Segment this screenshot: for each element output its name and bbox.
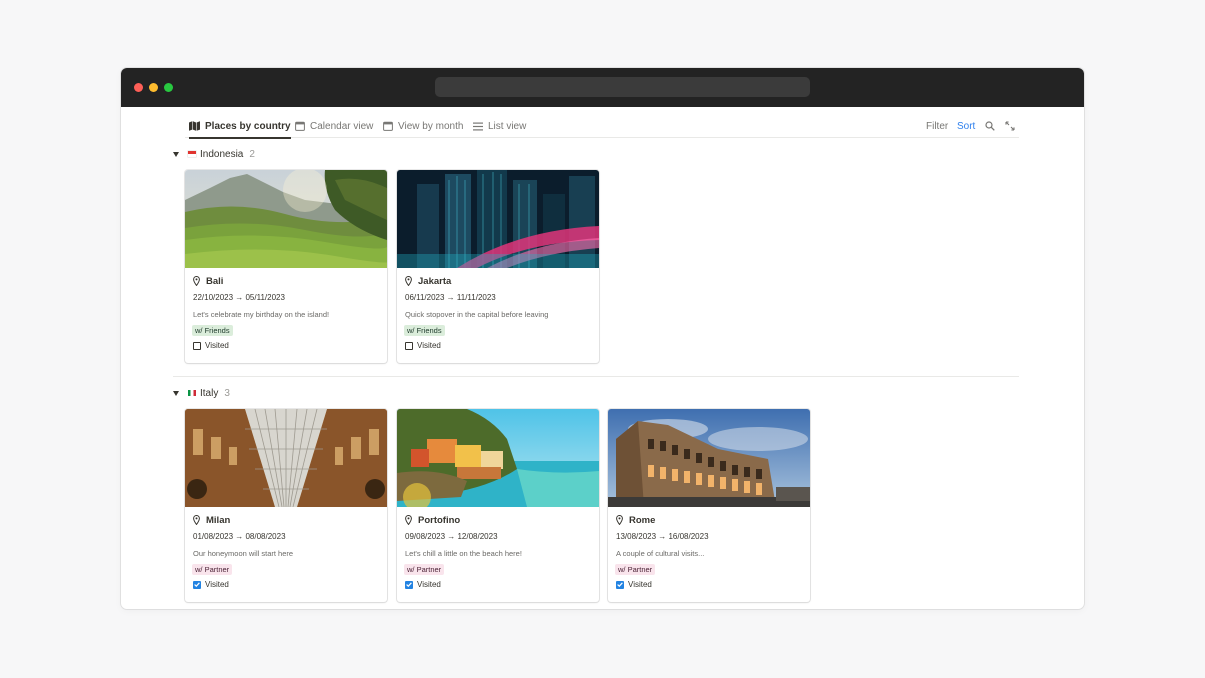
collapse-caret-icon[interactable]	[173, 151, 179, 157]
card-title: Milan	[193, 513, 230, 527]
card-dates: 09/08/2023 → 12/08/2023	[405, 532, 498, 541]
checkbox-checked-icon[interactable]	[616, 580, 624, 589]
visited-checkbox[interactable]: Visited	[405, 579, 441, 590]
group-count: 3	[224, 387, 230, 399]
card-rome[interactable]: Rome 13/08/2023 → 16/08/2023 A couple of…	[608, 409, 810, 602]
sort-button[interactable]: Sort	[957, 114, 975, 138]
calendar-icon	[383, 121, 393, 131]
card-bali[interactable]: Bali 22/10/2023 → 05/11/2023 Let's celeb…	[185, 170, 387, 363]
group-header-italy[interactable]: Italy 3	[173, 386, 230, 400]
card-cover-image	[397, 170, 599, 268]
group-header-indonesia[interactable]: Indonesia 2	[173, 147, 255, 161]
minimize-window-button[interactable]	[149, 83, 158, 92]
card-portofino[interactable]: Portofino 09/08/2023 → 12/08/2023 Let's …	[397, 409, 599, 602]
card-title-text: Portofino	[418, 514, 461, 526]
group-name: Indonesia	[200, 148, 244, 160]
card-description: A couple of cultural visits...	[616, 549, 705, 558]
card-title-text: Rome	[629, 514, 656, 526]
visited-checkbox[interactable]: Visited	[193, 579, 229, 590]
visited-checkbox[interactable]: Visited	[405, 340, 441, 351]
visited-checkbox[interactable]: Visited	[616, 579, 652, 590]
tab-label: Calendar view	[310, 120, 374, 132]
visited-checkbox[interactable]: Visited	[193, 340, 229, 351]
card-milan[interactable]: Milan 01/08/2023 → 08/08/2023 Our honeym…	[185, 409, 387, 602]
close-window-button[interactable]	[134, 83, 143, 92]
card-title: Jakarta	[405, 274, 451, 288]
tab-calendar-view[interactable]: Calendar view	[295, 114, 373, 138]
card-cover-image	[185, 170, 387, 268]
card-cover-image	[397, 409, 599, 507]
italy-flag-icon	[188, 390, 196, 396]
window-titlebar	[121, 68, 1084, 107]
card-title-text: Bali	[206, 275, 224, 287]
indonesia-flag-icon	[188, 151, 196, 157]
card-title: Rome	[616, 513, 655, 527]
maximize-window-button[interactable]	[164, 83, 173, 92]
card-dates: 13/08/2023 → 16/08/2023	[616, 532, 709, 541]
expand-icon	[1005, 121, 1015, 131]
checkbox-checked-icon[interactable]	[193, 580, 201, 589]
tab-view-by-month[interactable]: View by month	[383, 114, 463, 138]
tab-label: View by month	[398, 120, 464, 132]
tag-badge: w/ Friends	[192, 325, 233, 336]
visited-label: Visited	[417, 341, 441, 350]
card-dates: 22/10/2023 → 05/11/2023	[193, 293, 285, 302]
sort-label: Sort	[957, 120, 976, 132]
card-description: Quick stopover in the capital before lea…	[405, 310, 549, 319]
tab-label: List view	[488, 120, 527, 132]
search-icon	[985, 121, 995, 131]
visited-label: Visited	[205, 580, 229, 589]
card-description: Let's chill a little on the beach here!	[405, 549, 522, 558]
expand-button[interactable]	[1005, 114, 1015, 138]
database-board: Places by country Calendar view View by …	[121, 107, 1084, 609]
card-jakarta[interactable]: Jakarta 06/11/2023 → 11/11/2023 Quick st…	[397, 170, 599, 363]
location-pin-icon	[405, 276, 412, 286]
tag-badge: w/ Partner	[615, 564, 656, 575]
checkbox-checked-icon[interactable]	[405, 580, 413, 589]
filter-button[interactable]: Filter	[926, 114, 948, 138]
tab-label: Places by country	[205, 120, 291, 132]
tab-places-by-country[interactable]: Places by country	[189, 114, 291, 139]
filter-label: Filter	[926, 120, 949, 132]
browser-window: Places by country Calendar view View by …	[121, 68, 1084, 609]
list-icon	[473, 122, 483, 130]
visited-label: Visited	[417, 580, 441, 589]
collapse-caret-icon[interactable]	[173, 390, 179, 396]
card-title: Portofino	[405, 513, 460, 527]
group-count: 2	[249, 148, 255, 160]
calendar-icon	[295, 121, 305, 131]
view-tabs: Places by country Calendar view View by …	[185, 114, 1019, 139]
tab-list-view[interactable]: List view	[473, 114, 526, 138]
card-dates: 01/08/2023 → 08/08/2023	[193, 532, 286, 541]
card-dates: 06/11/2023 → 11/11/2023	[405, 293, 496, 302]
visited-label: Visited	[628, 580, 652, 589]
location-pin-icon	[616, 515, 623, 525]
map-icon	[189, 121, 200, 131]
tag-badge: w/ Friends	[404, 325, 445, 336]
location-pin-icon	[193, 276, 200, 286]
visited-label: Visited	[205, 341, 229, 350]
group-divider	[173, 376, 1019, 377]
card-title-text: Jakarta	[418, 275, 452, 287]
group-name: Italy	[200, 387, 219, 399]
tag-badge: w/ Partner	[192, 564, 233, 575]
tag-badge: w/ Partner	[404, 564, 445, 575]
location-pin-icon	[405, 515, 412, 525]
card-description: Let's celebrate my birthday on the islan…	[193, 310, 330, 319]
card-title: Bali	[193, 274, 223, 288]
card-cover-image	[608, 409, 810, 507]
card-title-text: Milan	[206, 514, 231, 526]
checkbox-unchecked-icon[interactable]	[405, 341, 413, 350]
address-bar[interactable]	[435, 77, 810, 97]
card-cover-image	[185, 409, 387, 507]
checkbox-unchecked-icon[interactable]	[193, 341, 201, 350]
search-button[interactable]	[985, 114, 995, 138]
location-pin-icon	[193, 515, 200, 525]
card-description: Our honeymoon will start here	[193, 549, 294, 558]
